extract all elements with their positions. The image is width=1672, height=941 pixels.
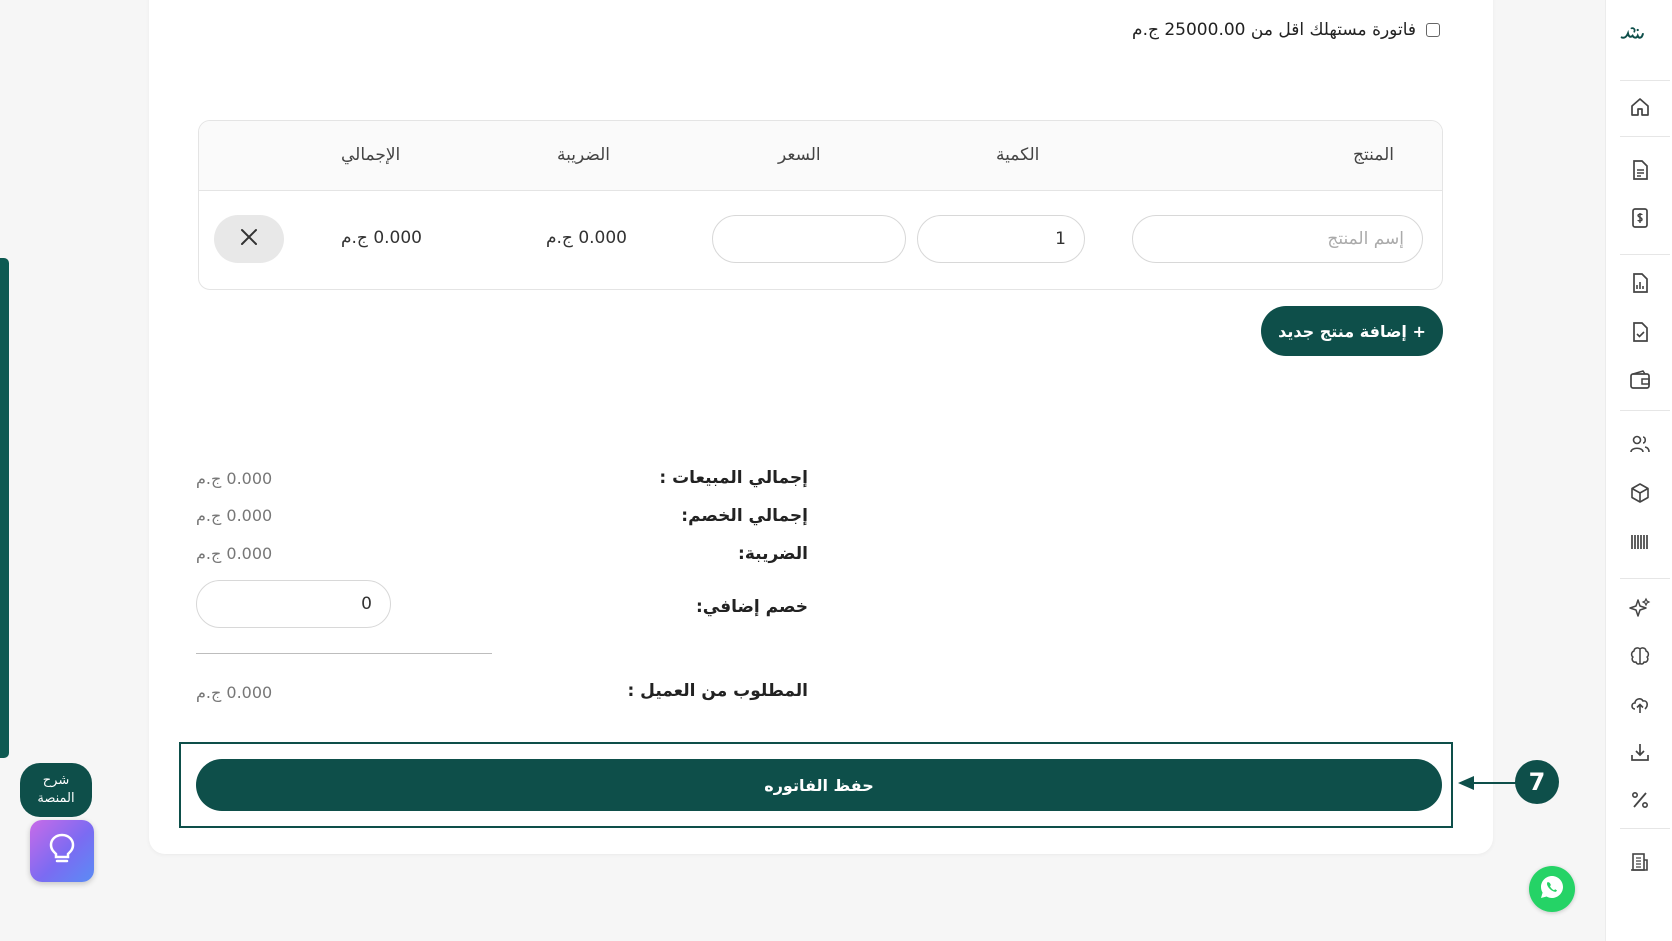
products-table: المنتج الكمية السعر الضريبة الإجمالي	[198, 120, 1443, 290]
add-product-button[interactable]: + إضافة منتج جديد	[1261, 306, 1443, 356]
total-sales-label: إجمالي المبيعات :	[659, 468, 808, 488]
platform-help-button[interactable]	[30, 820, 94, 882]
percent-icon[interactable]	[1628, 788, 1652, 812]
total-discount-value: 0.000 ج.م	[196, 506, 273, 525]
product-name-placeholder: إسم المنتج	[1327, 229, 1404, 249]
quantity-input[interactable]: 1	[917, 215, 1085, 263]
whatsapp-icon	[1537, 872, 1567, 906]
extra-discount-input[interactable]: 0	[196, 580, 391, 628]
table-header: المنتج الكمية السعر الضريبة الإجمالي	[199, 121, 1442, 191]
document-icon[interactable]	[1628, 158, 1652, 182]
total-discount-label: إجمالي الخصم:	[681, 506, 808, 526]
lightbulb-icon	[48, 832, 76, 870]
totals-divider	[196, 653, 492, 654]
extra-discount-label: خصم إضافي:	[695, 597, 808, 617]
header-product: المنتج	[1353, 145, 1394, 165]
total-tax-value: 0.000 ج.م	[196, 544, 273, 563]
remove-row-button[interactable]	[214, 215, 284, 263]
header-tax: الضريبة	[557, 145, 611, 165]
row-tax-value: 0.000 ج.م	[546, 228, 627, 248]
quantity-value: 1	[1055, 229, 1066, 249]
sparkle-icon[interactable]	[1628, 596, 1652, 620]
close-icon	[240, 228, 258, 250]
wallet-icon[interactable]	[1628, 368, 1652, 392]
home-icon[interactable]	[1628, 95, 1652, 119]
header-price: السعر	[778, 145, 821, 165]
save-invoice-button[interactable]: حفظ الفاتوره	[196, 759, 1442, 811]
amount-due-value: 0.000 ج.م	[196, 683, 273, 702]
download-icon[interactable]	[1628, 740, 1652, 764]
brain-icon[interactable]	[1628, 644, 1652, 668]
scroll-indicator[interactable]	[0, 258, 9, 758]
amount-due-label: المطلوب من العميل :	[627, 681, 808, 701]
checked-document-icon[interactable]	[1628, 320, 1652, 344]
product-name-input[interactable]: إسم المنتج	[1132, 215, 1423, 263]
sidebar	[1605, 0, 1672, 941]
consumer-invoice-label: فاتورة مستهلك اقل من 25000.00 ج.م	[1132, 20, 1416, 40]
total-tax-label: الضريبة:	[738, 544, 808, 564]
report-icon[interactable]	[1628, 271, 1652, 295]
platform-help-tooltip: شرح المنصة	[20, 763, 92, 817]
consumer-invoice-option[interactable]: فاتورة مستهلك اقل من 25000.00 ج.م	[1132, 20, 1440, 40]
step-badge: 7	[1515, 760, 1559, 804]
help-line-1: شرح	[42, 772, 70, 788]
price-input[interactable]	[712, 215, 906, 263]
whatsapp-button[interactable]	[1529, 866, 1575, 912]
invoice-dollar-icon[interactable]	[1628, 206, 1652, 230]
total-sales-value: 0.000 ج.م	[196, 469, 273, 488]
row-total-value: 0.000 ج.م	[341, 228, 422, 248]
extra-discount-value: 0	[361, 594, 372, 614]
building-icon[interactable]	[1628, 850, 1652, 874]
header-quantity: الكمية	[996, 145, 1040, 165]
users-icon[interactable]	[1628, 432, 1652, 456]
package-icon[interactable]	[1628, 481, 1652, 505]
brand-logo[interactable]	[1620, 22, 1662, 54]
header-total: الإجمالي	[341, 145, 401, 165]
consumer-invoice-checkbox[interactable]	[1426, 23, 1440, 37]
barcode-icon[interactable]	[1628, 530, 1652, 554]
upload-cloud-icon[interactable]	[1628, 692, 1652, 716]
help-line-2: المنصة	[37, 791, 75, 806]
